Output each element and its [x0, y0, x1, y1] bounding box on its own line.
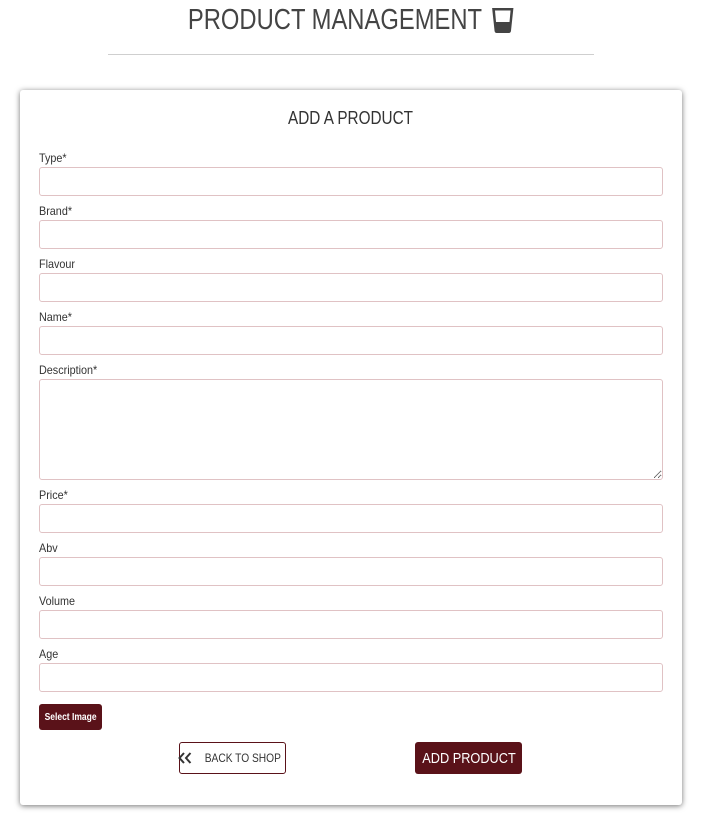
- flavour-label: Flavour: [39, 257, 76, 271]
- form-title: ADD A PRODUCT: [288, 108, 414, 128]
- name-label: Name*: [39, 310, 73, 324]
- type-input[interactable]: [39, 167, 663, 196]
- age-label: Age: [39, 647, 59, 661]
- back-to-shop-label: BACK TO SHOP: [204, 751, 281, 765]
- description-label: Description*: [39, 363, 98, 377]
- type-label: Type*: [39, 151, 67, 165]
- abv-label: Abv: [39, 541, 58, 555]
- volume-input[interactable]: [39, 610, 663, 639]
- page-header: PRODUCT MANAGEMENT: [0, 0, 702, 40]
- brand-input[interactable]: [39, 220, 663, 249]
- add-product-label: ADD PRODUCT: [421, 749, 516, 767]
- add-product-button[interactable]: ADD PRODUCT: [415, 742, 522, 774]
- header-divider: [108, 54, 594, 55]
- name-input[interactable]: [39, 326, 663, 355]
- flavour-input[interactable]: [39, 273, 663, 302]
- price-label: Price*: [39, 488, 68, 502]
- volume-label: Volume: [39, 594, 76, 608]
- select-image-button[interactable]: Select Image: [39, 704, 102, 730]
- select-image-label: Select Image: [44, 711, 97, 723]
- add-product-card: ADD A PRODUCT Type* Brand* Flavour Name*…: [20, 90, 682, 805]
- page-title: PRODUCT MANAGEMENT: [187, 4, 514, 37]
- price-input[interactable]: [39, 504, 663, 533]
- double-chevron-left-icon: [177, 752, 192, 764]
- abv-input[interactable]: [39, 557, 663, 586]
- back-to-shop-button[interactable]: BACK TO SHOP: [177, 742, 286, 774]
- description-textarea[interactable]: [39, 379, 663, 480]
- age-input[interactable]: [39, 663, 663, 692]
- page-title-text: PRODUCT MANAGEMENT: [187, 3, 482, 36]
- whisky-glass-icon: [490, 6, 515, 34]
- brand-label: Brand*: [39, 204, 73, 218]
